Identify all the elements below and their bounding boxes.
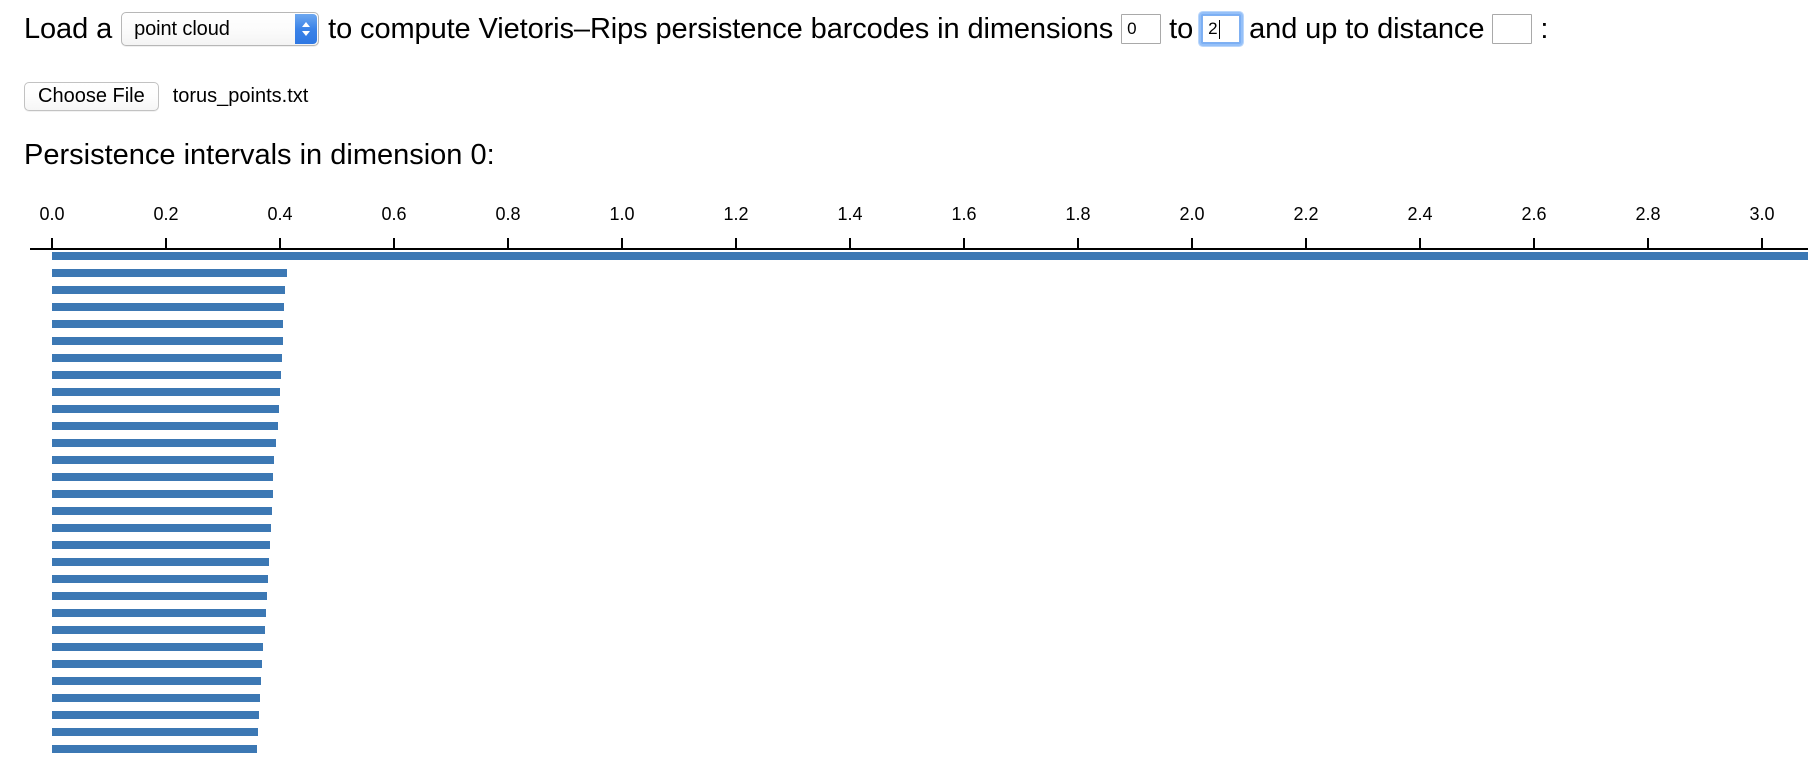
barcode-bar xyxy=(52,677,262,685)
axis-tick xyxy=(393,238,395,250)
barcode-bar xyxy=(52,524,272,532)
axis-tick xyxy=(165,238,167,250)
barcode-bar xyxy=(52,388,280,396)
dimension-max-value: 2 xyxy=(1208,19,1218,38)
axis-tick xyxy=(849,238,851,250)
prompt-text-to: to xyxy=(1169,13,1194,45)
barcode-bar xyxy=(52,660,263,668)
axis-tick-label: 1.4 xyxy=(837,204,863,224)
prompt-text-compute: to compute Vietoris–Rips persistence bar… xyxy=(328,13,1114,45)
dimension-max-input[interactable]: 2 xyxy=(1199,12,1244,46)
axis-tick xyxy=(1647,238,1649,250)
chart-x-axis: 0.0 0.2 0.4 0.6 0.8 1.0 1.2 1.4 1.6 1.8 2.0 2.2 2.4 2… xyxy=(0,196,1818,256)
axis-tick xyxy=(507,238,509,250)
barcode-bar xyxy=(52,473,274,481)
axis-tick-label: 1.2 xyxy=(723,204,749,224)
barcode-bar-group xyxy=(0,252,1818,760)
axis-tick-label: 2.4 xyxy=(1407,204,1433,224)
barcode-bar xyxy=(52,575,269,583)
text-caret xyxy=(1218,19,1220,39)
input-type-select[interactable]: point cloud xyxy=(121,12,320,46)
barcode-bar xyxy=(52,371,282,379)
barcode-bar xyxy=(52,354,282,362)
barcode-bar xyxy=(52,490,273,498)
barcode-bar xyxy=(52,507,273,515)
axis-tick xyxy=(1533,238,1535,250)
axis-tick xyxy=(1419,238,1421,250)
barcode-bar xyxy=(52,541,271,549)
dimension-min-input[interactable]: 0 xyxy=(1121,14,1162,44)
axis-tick-label: 0.0 xyxy=(39,204,65,224)
input-type-select-value: point cloud xyxy=(134,18,230,40)
prompt-text-colon: : xyxy=(1540,13,1549,45)
barcode-bar xyxy=(52,320,284,328)
axis-tick xyxy=(279,238,281,250)
prompt-text-up-to-distance: and up to distance xyxy=(1249,13,1485,45)
axis-tick xyxy=(1761,238,1763,250)
barcode-bar xyxy=(52,269,288,277)
axis-tick-label: 1.6 xyxy=(951,204,977,224)
prompt-row: Load a point cloud to compute Vietoris–R… xyxy=(24,12,1548,46)
barcode-bar xyxy=(52,609,266,617)
axis-tick-label: 1.0 xyxy=(609,204,635,224)
axis-tick xyxy=(735,238,737,250)
axis-tick xyxy=(1077,238,1079,250)
axis-tick-label: 2.6 xyxy=(1521,204,1547,224)
axis-tick xyxy=(1191,238,1193,250)
dimension-min-value: 0 xyxy=(1127,19,1137,38)
axis-tick-label: 2.0 xyxy=(1179,204,1205,224)
barcode-bar xyxy=(52,745,257,753)
max-distance-input[interactable] xyxy=(1492,14,1533,44)
axis-tick xyxy=(963,238,965,250)
barcode-bar xyxy=(52,303,284,311)
barcode-bar xyxy=(52,643,264,651)
axis-tick-label: 2.2 xyxy=(1293,204,1319,224)
selected-file-name: torus_points.txt xyxy=(172,85,309,107)
barcode-bar xyxy=(52,337,283,345)
axis-tick-label: 0.2 xyxy=(153,204,179,224)
barcode-bar xyxy=(52,592,267,600)
barcode-bar-infinite xyxy=(52,252,1808,260)
barcode-bar xyxy=(52,711,259,719)
results-heading: Persistence intervals in dimension 0: xyxy=(24,139,495,171)
chevron-up-down-icon xyxy=(295,14,318,44)
axis-tick xyxy=(51,238,53,250)
axis-tick-label: 0.8 xyxy=(495,204,521,224)
barcode-bar xyxy=(52,626,265,634)
axis-baseline xyxy=(30,248,1808,250)
barcode-bar xyxy=(52,422,278,430)
axis-tick-label: 3.0 xyxy=(1749,204,1775,224)
axis-tick xyxy=(621,238,623,250)
barcode-bar xyxy=(52,405,279,413)
barcode-bar xyxy=(52,286,285,294)
axis-tick xyxy=(1305,238,1307,250)
axis-tick-label: 0.6 xyxy=(381,204,407,224)
barcode-bar xyxy=(52,694,261,702)
barcode-bar xyxy=(52,456,275,464)
axis-tick-label: 0.4 xyxy=(267,204,293,224)
barcode-bar xyxy=(52,728,258,736)
axis-tick-label: 1.8 xyxy=(1065,204,1091,224)
file-input-row: Choose File torus_points.txt xyxy=(24,82,308,111)
barcode-bar xyxy=(52,439,276,447)
persistence-barcode-chart: 0.0 0.2 0.4 0.6 0.8 1.0 1.2 1.4 1.6 1.8 2.0 2.2 2.4 2… xyxy=(0,196,1818,760)
prompt-text-load-a: Load a xyxy=(24,13,113,45)
choose-file-button[interactable]: Choose File xyxy=(24,82,159,111)
app-root: Load a point cloud to compute Vietoris–R… xyxy=(0,0,1818,760)
barcode-bar xyxy=(52,558,270,566)
axis-tick-label: 2.8 xyxy=(1635,204,1661,224)
